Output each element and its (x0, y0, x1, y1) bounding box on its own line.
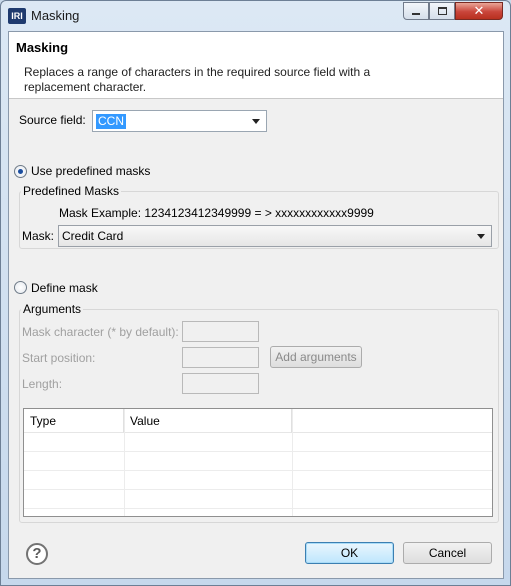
ok-button[interactable]: OK (305, 542, 394, 564)
arguments-table[interactable]: Type Value (23, 408, 493, 517)
column-header-blank (292, 409, 492, 433)
mask-select-value: Credit Card (62, 229, 124, 243)
close-button[interactable]: ✕ (455, 2, 503, 20)
source-field-combo[interactable]: CCN (92, 110, 267, 132)
mask-label: Mask: (22, 229, 55, 243)
column-header-value[interactable]: Value (124, 409, 292, 433)
masking-dialog: IRI Masking ✕ Masking Replaces a range o… (0, 0, 511, 586)
arguments-group-title: Arguments (21, 302, 84, 316)
page-title: Masking (16, 40, 69, 55)
length-label: Length: (22, 377, 63, 391)
cancel-button[interactable]: Cancel (403, 542, 492, 564)
chevron-down-icon (252, 119, 260, 124)
minimize-icon (412, 13, 420, 15)
mask-character-label: Mask character (* by default): (22, 325, 179, 339)
app-icon: IRI (8, 8, 26, 24)
close-icon: ✕ (473, 3, 485, 18)
start-position-label: Start position: (22, 351, 96, 365)
mask-select[interactable]: Credit Card (58, 225, 492, 247)
title-bar[interactable]: IRI Masking ✕ (1, 1, 510, 31)
dialog-header: Masking Replaces a range of characters i… (9, 32, 503, 99)
define-mask-radio[interactable] (14, 281, 27, 294)
add-arguments-button[interactable]: Add arguments (270, 346, 362, 368)
mask-character-input[interactable] (182, 321, 259, 342)
start-position-input[interactable] (182, 347, 259, 368)
table-row[interactable] (24, 490, 492, 509)
table-row[interactable] (24, 452, 492, 471)
predefined-masks-label: Use predefined masks (31, 164, 151, 178)
length-input[interactable] (182, 373, 259, 394)
mask-example-text: Mask Example: 1234123412349999 = > xxxxx… (59, 206, 374, 220)
page-description: Replaces a range of characters in the re… (24, 65, 371, 94)
table-row[interactable] (24, 471, 492, 490)
column-header-type[interactable]: Type (24, 409, 124, 433)
define-mask-label: Define mask (31, 281, 98, 295)
help-icon[interactable]: ? (26, 543, 48, 565)
maximize-icon (437, 7, 447, 15)
maximize-button[interactable] (429, 2, 455, 20)
source-field-value: CCN (96, 113, 126, 129)
dialog-body: Masking Replaces a range of characters i… (8, 31, 504, 579)
table-row[interactable] (24, 433, 492, 452)
window-title: Masking (31, 8, 80, 23)
minimize-button[interactable] (403, 2, 429, 20)
predefined-masks-group-title: Predefined Masks (21, 184, 122, 198)
chevron-down-icon (477, 234, 485, 239)
predefined-masks-radio[interactable] (14, 165, 27, 178)
source-field-label: Source field: (19, 113, 86, 127)
